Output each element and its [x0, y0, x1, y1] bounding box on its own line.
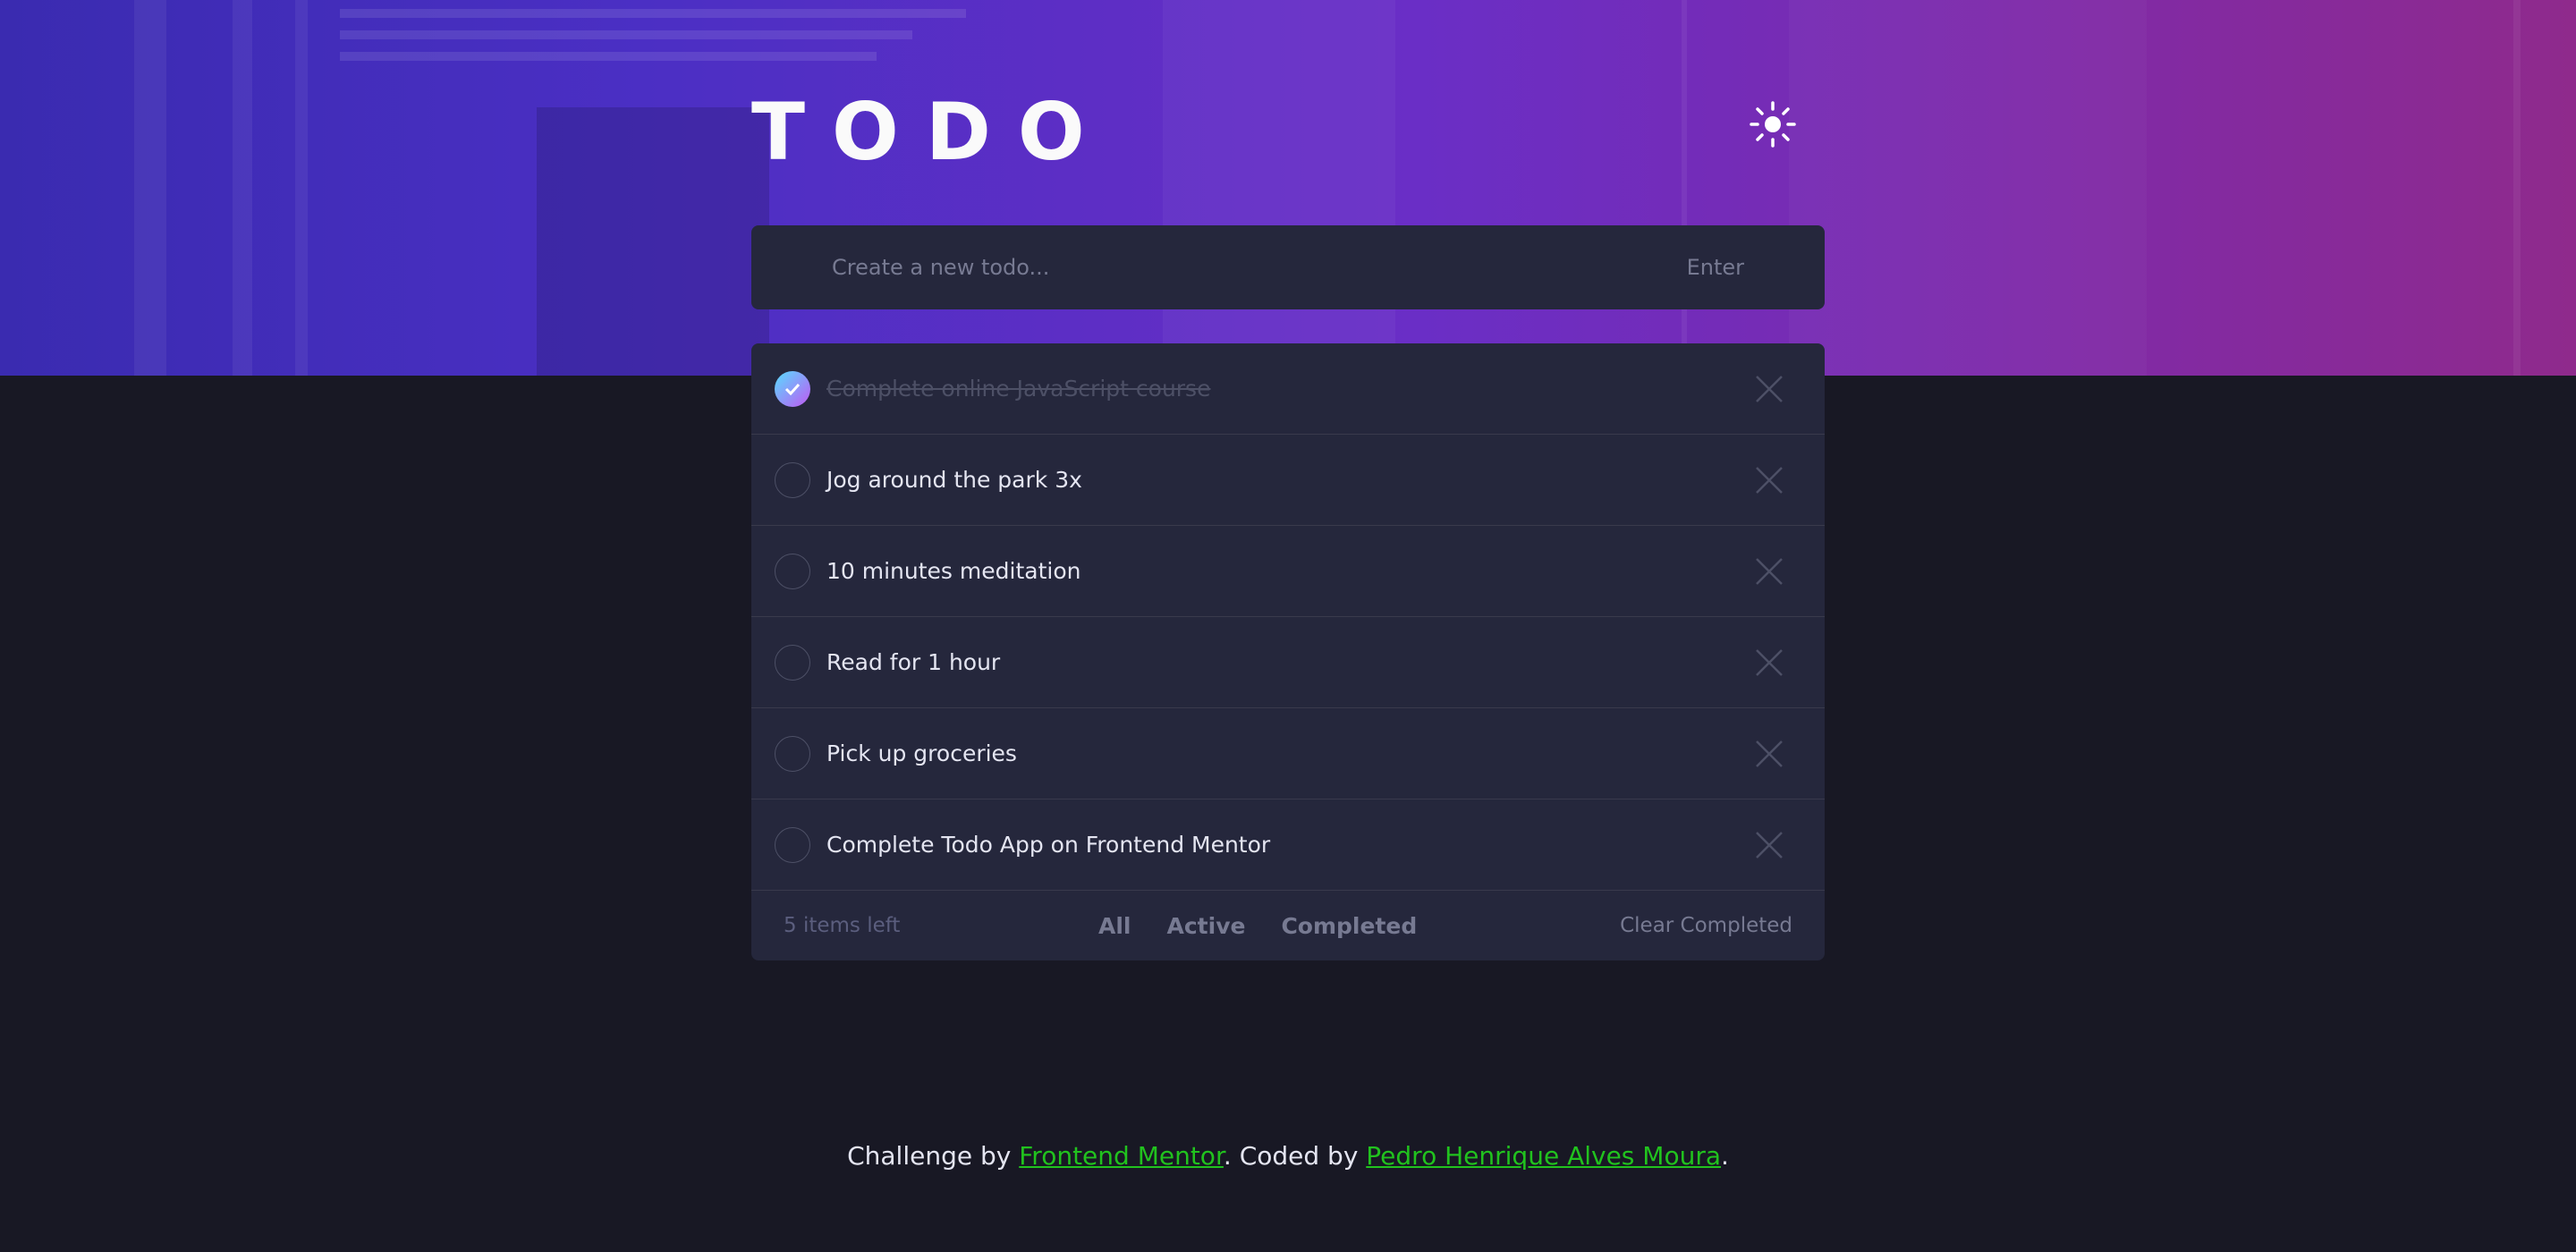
background-pillar	[2513, 0, 2521, 376]
close-icon	[1756, 466, 1783, 494]
close-icon	[1756, 648, 1783, 676]
close-icon	[1756, 375, 1783, 402]
header-background	[0, 0, 2576, 376]
todo-checkbox[interactable]	[775, 644, 810, 681]
frontend-mentor-link[interactable]: Frontend Mentor	[1019, 1141, 1224, 1171]
todo-text: 10 minutes meditation	[826, 558, 1081, 584]
filter-all[interactable]: All	[1098, 913, 1131, 939]
background-shade	[537, 107, 769, 376]
todo-item: 10 minutes meditation	[751, 526, 1825, 617]
delete-todo-button[interactable]	[1751, 554, 1787, 589]
todo-checkbox[interactable]	[775, 553, 810, 589]
background-shade	[1163, 0, 1395, 376]
delete-todo-button[interactable]	[1751, 645, 1787, 681]
todo-checkbox[interactable]	[775, 370, 810, 407]
delete-todo-button[interactable]	[1751, 736, 1787, 772]
todo-text: Complete Todo App on Frontend Mentor	[826, 832, 1271, 858]
todo-text: Pick up groceries	[826, 740, 1017, 766]
author-link[interactable]: Pedro Henrique Alves Moura	[1366, 1141, 1721, 1171]
todo-item: Complete Todo App on Frontend Mentor	[751, 799, 1825, 891]
attribution: Challenge by Frontend Mentor. Coded by P…	[0, 1141, 2576, 1171]
todo-item: Jog around the park 3x	[751, 435, 1825, 526]
clear-completed-button[interactable]: Clear Completed	[1620, 914, 1792, 937]
todo-checkbox[interactable]	[775, 826, 810, 863]
check-icon	[784, 383, 801, 395]
todo-item: Read for 1 hour	[751, 617, 1825, 708]
todo-list: Complete online JavaScript course Jog ar…	[751, 343, 1825, 891]
background-pillar	[1682, 0, 1687, 376]
todo-text: Jog around the park 3x	[826, 467, 1082, 493]
todo-footer: 5 items left All Active Completed Clear …	[751, 891, 1825, 960]
new-todo-input[interactable]	[832, 255, 1687, 280]
todo-text: Read for 1 hour	[826, 649, 1001, 675]
items-left-count: 5 items left	[784, 914, 901, 937]
close-icon	[1756, 831, 1783, 859]
background-pillar	[233, 0, 252, 376]
filter-group: All Active Completed	[1098, 891, 1417, 960]
filter-completed[interactable]: Completed	[1281, 913, 1417, 939]
background-pillar	[295, 0, 308, 376]
background-beam	[340, 52, 877, 61]
app-title: TODO	[751, 86, 1112, 178]
enter-button[interactable]: Enter	[1687, 255, 1744, 280]
new-todo-form: Enter	[751, 225, 1825, 309]
theme-toggle-button[interactable]	[1749, 100, 1797, 148]
close-icon	[1756, 740, 1783, 767]
todo-checkbox[interactable]	[775, 735, 810, 772]
delete-todo-button[interactable]	[1751, 462, 1787, 498]
background-shade	[1789, 0, 2147, 376]
attribution-prefix: Challenge by	[847, 1141, 1020, 1171]
todo-item: Complete online JavaScript course	[751, 343, 1825, 435]
attribution-suffix: .	[1721, 1141, 1729, 1171]
delete-todo-button[interactable]	[1751, 827, 1787, 863]
sun-icon	[1750, 101, 1796, 148]
filter-active[interactable]: Active	[1167, 913, 1246, 939]
close-icon	[1756, 557, 1783, 585]
attribution-middle: . Coded by	[1223, 1141, 1367, 1171]
todo-item: Pick up groceries	[751, 708, 1825, 799]
background-beam	[340, 9, 966, 18]
delete-todo-button[interactable]	[1751, 371, 1787, 407]
todo-text: Complete online JavaScript course	[826, 376, 1211, 402]
background-beam	[340, 30, 912, 39]
todo-checkbox[interactable]	[775, 461, 810, 498]
background-pillar	[134, 0, 166, 376]
